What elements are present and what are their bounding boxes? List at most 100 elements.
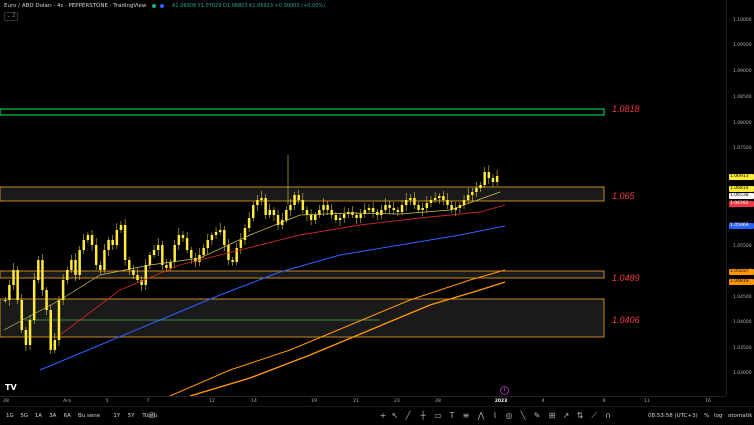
candle-body bbox=[119, 225, 123, 230]
ruler-icon[interactable]: ⟋ bbox=[589, 411, 599, 421]
candle-body bbox=[487, 172, 491, 178]
path-icon[interactable]: ⌇ bbox=[490, 411, 500, 421]
time-label: 16 bbox=[705, 399, 711, 404]
price-axis[interactable]: 1.10000 1.09500 1.09000 1.08500 1.08000 1.075… bbox=[726, 0, 754, 396]
time-label: 19 bbox=[311, 399, 317, 404]
candle-body bbox=[144, 265, 148, 285]
candle-body bbox=[152, 250, 156, 255]
pattern-icon[interactable]: ⋀ bbox=[476, 411, 486, 421]
log-toggle[interactable]: log bbox=[714, 413, 722, 419]
clock[interactable]: 08:53:58 (UTC+3) bbox=[648, 413, 698, 419]
candle-body bbox=[409, 198, 412, 200]
text-icon[interactable]: T bbox=[447, 411, 457, 421]
crosshair-icon[interactable]: + bbox=[378, 411, 388, 421]
magnet-icon[interactable]: ∩ bbox=[603, 411, 613, 421]
cursor-icon[interactable]: ↖ bbox=[390, 411, 400, 421]
candle-body bbox=[446, 200, 449, 205]
timeframe-button[interactable]: 6A bbox=[64, 413, 71, 419]
time-label: 28 bbox=[3, 399, 9, 404]
price-label: 1.03500 bbox=[733, 346, 752, 351]
price-tag: 1.06913 bbox=[729, 174, 754, 180]
candle-body bbox=[404, 200, 408, 205]
candle-body bbox=[231, 260, 234, 262]
candle-body bbox=[66, 270, 69, 280]
candle-body bbox=[206, 240, 210, 248]
candle-body bbox=[132, 270, 135, 275]
price-label: 1.08000 bbox=[733, 121, 752, 126]
trendline-icon[interactable]: ╱ bbox=[403, 411, 413, 421]
time-label: 23 bbox=[394, 399, 400, 404]
candle-body bbox=[314, 215, 317, 220]
timeframe-button[interactable]: 3A bbox=[49, 413, 56, 419]
price-chart[interactable]: 1.0818 1.065 1.0489 1.0406 TV i bbox=[0, 0, 726, 396]
price-label: 1.05500 bbox=[733, 244, 752, 249]
timeframe-button[interactable]: 1A bbox=[35, 413, 42, 419]
candle-body bbox=[99, 265, 102, 270]
candle-body bbox=[37, 260, 40, 280]
candle-body bbox=[4, 300, 7, 301]
time-label: 11 bbox=[644, 399, 650, 404]
timeframe-button[interactable]: 1G bbox=[6, 413, 14, 419]
candle-body bbox=[156, 245, 160, 250]
timeframe-button[interactable]: 5G bbox=[20, 413, 28, 419]
time-label: 14 bbox=[251, 399, 257, 404]
candle-body bbox=[433, 198, 437, 200]
candle-body bbox=[107, 240, 110, 250]
candle-body bbox=[355, 215, 358, 218]
candle-body bbox=[173, 245, 176, 262]
event-marker-icon[interactable]: i bbox=[500, 386, 509, 395]
candle-body bbox=[161, 245, 164, 265]
candle-body bbox=[289, 205, 292, 210]
candle-body bbox=[330, 210, 334, 215]
fib-icon[interactable]: ≡ bbox=[461, 411, 471, 421]
price-tag: 1.06392 bbox=[729, 201, 754, 207]
auto-toggle[interactable]: otomatik bbox=[728, 413, 752, 419]
arrow-icon[interactable]: ↗ bbox=[561, 411, 571, 421]
candle-body bbox=[243, 228, 247, 240]
candle-body bbox=[285, 210, 288, 220]
candle-body bbox=[53, 340, 57, 350]
candle-body bbox=[24, 330, 28, 345]
candle-body bbox=[128, 260, 131, 270]
candle-body bbox=[388, 205, 391, 208]
candle-body bbox=[417, 205, 420, 210]
candle-body bbox=[181, 235, 185, 238]
measure-icon[interactable]: ◎ bbox=[504, 411, 514, 421]
candle-body bbox=[442, 196, 445, 200]
candle-body bbox=[256, 200, 259, 205]
zone-1-0406 bbox=[0, 298, 605, 338]
timeframe-button[interactable]: 1Y bbox=[113, 413, 120, 419]
rectangle-icon[interactable]: ▭ bbox=[433, 411, 443, 421]
candle-body bbox=[78, 250, 81, 275]
candle-body bbox=[136, 275, 139, 280]
candle-body bbox=[301, 200, 305, 210]
candle-body bbox=[384, 205, 387, 210]
timeframe-button[interactable]: 5Y bbox=[128, 413, 135, 419]
brush-icon[interactable]: ╲ bbox=[518, 411, 528, 421]
price-label: 1.03000 bbox=[733, 371, 752, 376]
candle-body bbox=[57, 300, 61, 340]
timeframe-button[interactable]: Bu sene bbox=[78, 413, 100, 419]
price-tag: 1.06814 bbox=[729, 186, 754, 192]
candle-body bbox=[103, 250, 106, 270]
price-label: 1.04000 bbox=[733, 320, 752, 325]
candle-body bbox=[351, 212, 354, 215]
long-position-icon[interactable]: ⇅ bbox=[575, 411, 585, 421]
candle-body bbox=[264, 198, 267, 215]
candle-body bbox=[252, 205, 255, 218]
zone-label-1-065: 1.065 bbox=[612, 191, 635, 201]
icons-icon[interactable]: ✎ bbox=[532, 411, 542, 421]
candle-body bbox=[86, 235, 90, 240]
candle-body bbox=[479, 185, 482, 188]
candle-body bbox=[70, 260, 73, 270]
candle-body bbox=[392, 208, 396, 210]
candle-body bbox=[165, 265, 168, 268]
time-label: 4 bbox=[541, 399, 545, 404]
candle-body bbox=[438, 196, 441, 198]
date-range-icon[interactable]: ⎚ bbox=[147, 411, 157, 421]
percent-toggle[interactable]: % bbox=[704, 413, 709, 419]
time-label: 9 bbox=[602, 399, 606, 404]
candle-body bbox=[41, 260, 44, 290]
horizontal-line-icon[interactable]: ┼ bbox=[418, 411, 428, 421]
prediction-icon[interactable]: ⊞ bbox=[547, 411, 557, 421]
